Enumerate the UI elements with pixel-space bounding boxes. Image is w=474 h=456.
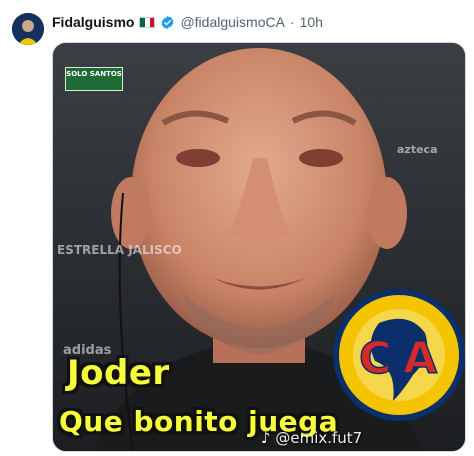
verified-badge-icon <box>162 15 174 29</box>
svg-text:A: A <box>403 333 437 384</box>
tweet-header: Fidalguismo @fidalguismoCA · 10h <box>52 12 323 32</box>
backdrop-sponsor-label: ESTRELLA JALISCO <box>57 243 182 257</box>
separator-dot: · <box>289 14 295 30</box>
svg-text:C: C <box>359 333 391 384</box>
tweet: Fidalguismo @fidalguismoCA · 10h C A SOL… <box>0 0 474 456</box>
club-america-crest: C A <box>333 289 465 421</box>
author-avatar[interactable] <box>12 13 44 45</box>
author-name[interactable]: Fidalguismo <box>52 14 134 30</box>
avatar-image <box>12 13 44 45</box>
author-handle[interactable]: @fidalguismoCA <box>180 14 284 30</box>
backdrop-sponsor-label: azteca <box>397 143 438 156</box>
mexico-flag-icon <box>139 16 156 28</box>
watermark-handle: @emix.fut7 <box>275 429 363 447</box>
watermark: ♪ @emix.fut7 <box>261 429 362 447</box>
solo-santos-badge: SOLO SANTOS <box>65 67 123 91</box>
tiktok-icon: ♪ <box>261 429 271 447</box>
tweet-media-image[interactable]: C A SOLO SANTOS ESTRELLA JALISCO adidas … <box>52 42 466 452</box>
timestamp[interactable]: 10h <box>300 14 323 30</box>
meme-caption-line-1: Joder <box>67 353 170 393</box>
